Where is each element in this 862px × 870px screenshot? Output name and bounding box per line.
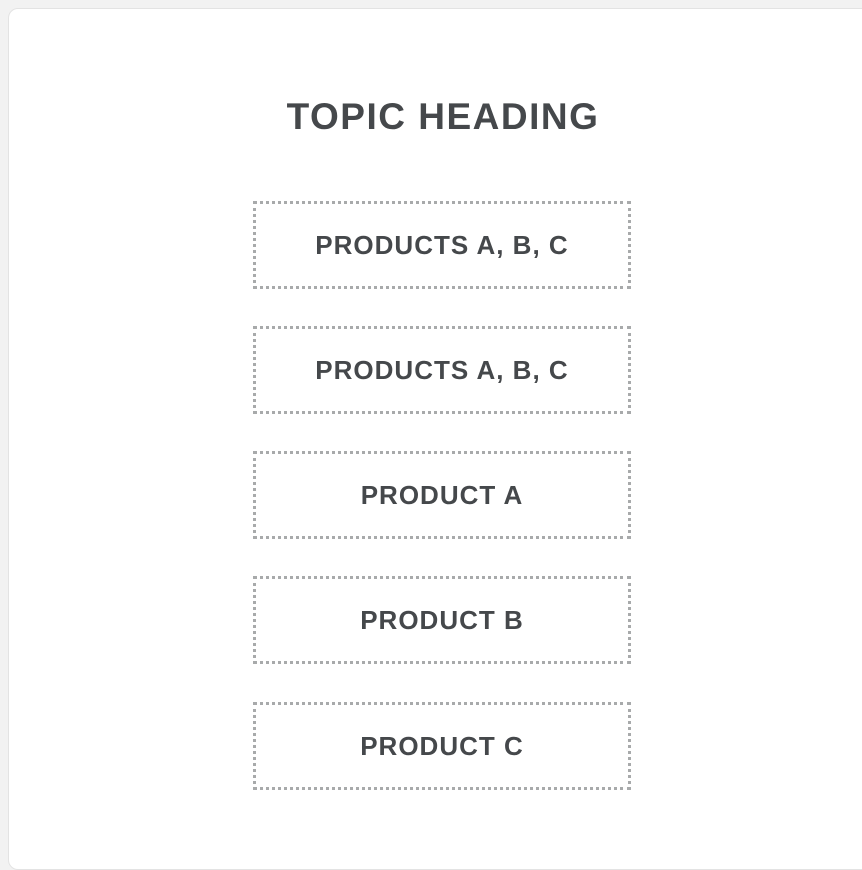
topic-card: TOPIC HEADING PRODUCTS A, B, C PRODUCTS … bbox=[8, 8, 862, 870]
list-item-product-a[interactable]: PRODUCT A bbox=[253, 451, 631, 539]
list-item-product-c[interactable]: PRODUCT C bbox=[253, 702, 631, 790]
list-item-products-abc-1[interactable]: PRODUCTS A, B, C bbox=[253, 201, 631, 289]
list-item-products-abc-2[interactable]: PRODUCTS A, B, C bbox=[253, 326, 631, 414]
topic-heading: TOPIC HEADING bbox=[286, 96, 600, 137]
list-item-product-b[interactable]: PRODUCT B bbox=[253, 576, 631, 664]
